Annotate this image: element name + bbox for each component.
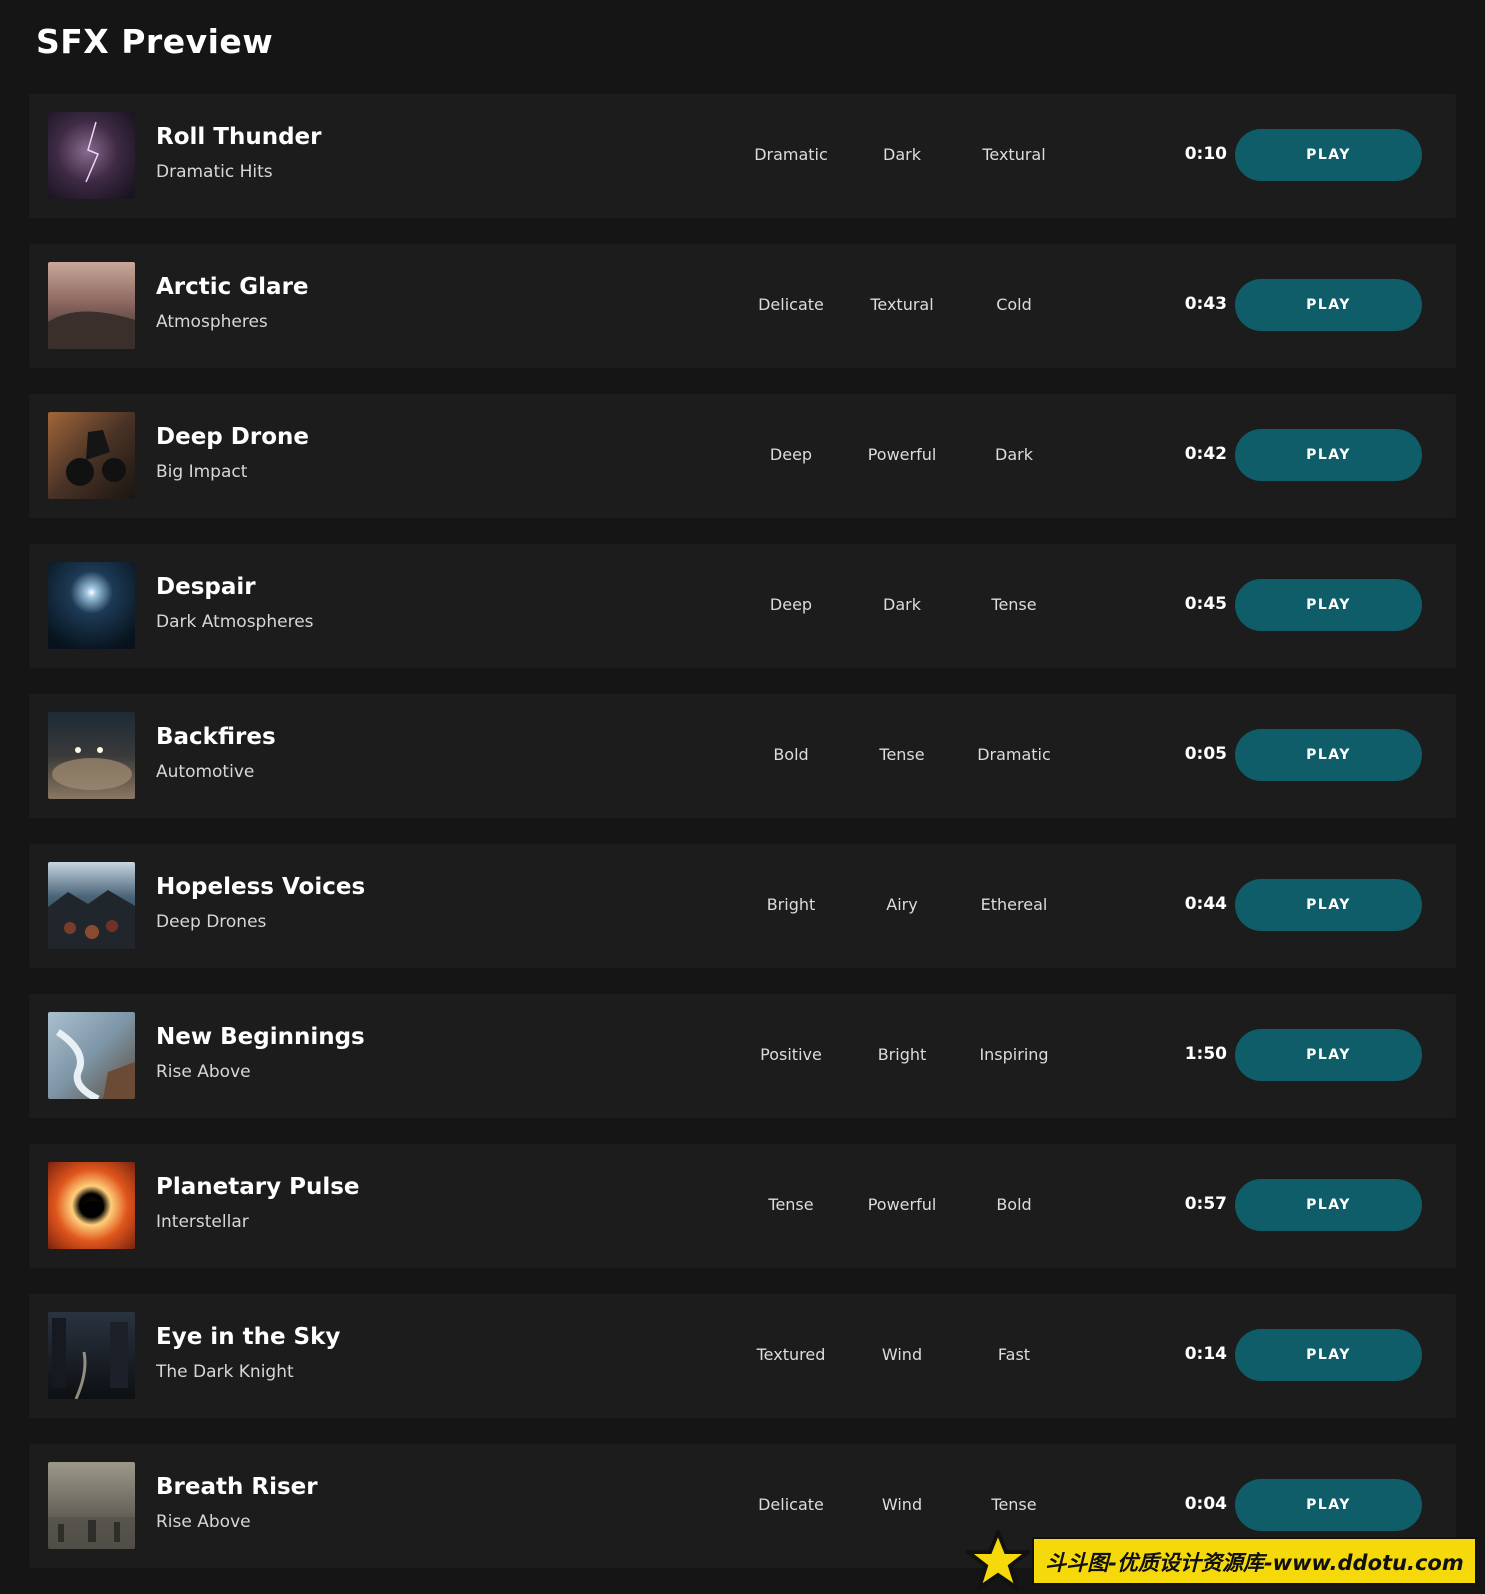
track-tag: Textural [870,295,934,314]
track-tag: Powerful [867,1195,937,1214]
track-thumbnail [48,562,135,649]
track-thumbnail [48,1162,135,1249]
track-thumbnail [48,262,135,349]
play-button[interactable]: PLAY [1235,1329,1422,1381]
track-tag: Tense [991,1495,1037,1514]
play-button[interactable]: PLAY [1235,879,1422,931]
track-tag: Positive [760,1045,822,1064]
track-tag: Dark [995,445,1033,464]
track-category: Deep Drones [156,912,267,932]
play-button[interactable]: PLAY [1235,1479,1422,1531]
track-title: Arctic Glare [156,274,309,300]
track-title: Backfires [156,724,276,750]
track-tag: Tense [768,1195,814,1214]
track-row: Eye in the Sky The Dark Knight Textured … [29,1294,1456,1418]
track-row: Arctic Glare Atmospheres Delicate Textur… [29,244,1456,368]
track-tag: Powerful [867,445,937,464]
track-tag: Dramatic [977,745,1051,764]
play-button[interactable]: PLAY [1235,579,1422,631]
track-tag: Textured [756,1345,826,1364]
track-row: New Beginnings Rise Above Positive Brigh… [29,994,1456,1118]
star-icon [966,1530,1030,1590]
track-tag: Dark [883,595,921,614]
track-tag: Tense [879,745,925,764]
track-duration: 0:10 [1184,144,1227,164]
play-button[interactable]: PLAY [1235,1179,1422,1231]
track-category: Big Impact [156,462,248,482]
track-tag: Wind [881,1495,923,1514]
track-tag: Bold [773,745,809,764]
track-tag: Fast [997,1345,1031,1364]
track-thumbnail [48,112,135,199]
track-duration: 0:45 [1184,594,1227,614]
track-row: Planetary Pulse Interstellar Tense Power… [29,1144,1456,1268]
track-title: Breath Riser [156,1474,318,1500]
track-duration: 0:43 [1184,294,1227,314]
track-tag: Dark [883,145,921,164]
track-title: Despair [156,574,256,600]
track-tag: Deep [769,595,813,614]
track-row: Despair Dark Atmospheres Deep Dark Tense… [29,544,1456,668]
track-tag: Delicate [758,295,824,314]
track-tag: Textural [982,145,1046,164]
track-duration: 0:44 [1184,894,1227,914]
track-tag: Ethereal [980,895,1048,914]
track-row: Backfires Automotive Bold Tense Dramatic… [29,694,1456,818]
track-thumbnail [48,862,135,949]
track-tag: Tense [991,595,1037,614]
track-tag: Wind [881,1345,923,1364]
track-tag: Bright [766,895,816,914]
track-tag: Delicate [758,1495,824,1514]
track-tag: Inspiring [979,1045,1049,1064]
track-duration: 0:14 [1184,1344,1227,1364]
track-title: Deep Drone [156,424,309,450]
track-duration: 0:57 [1184,1194,1227,1214]
play-button[interactable]: PLAY [1235,279,1422,331]
track-duration: 0:42 [1184,444,1227,464]
track-thumbnail [48,412,135,499]
track-title: Hopeless Voices [156,874,366,900]
play-button[interactable]: PLAY [1235,429,1422,481]
track-thumbnail [48,1312,135,1399]
sfx-list: Roll Thunder Dramatic Hits Dramatic Dark… [29,94,1456,1594]
track-row: Hopeless Voices Deep Drones Bright Airy … [29,844,1456,968]
track-thumbnail [48,1462,135,1549]
track-category: Automotive [156,762,255,782]
watermark-banner: 斗斗图-优质设计资源库-www.ddotu.com [1032,1537,1477,1585]
track-tag: Bold [996,1195,1032,1214]
track-category: The Dark Knight [156,1362,294,1382]
play-button[interactable]: PLAY [1235,729,1422,781]
track-thumbnail [48,1012,135,1099]
track-duration: 1:50 [1184,1044,1227,1064]
track-title: Roll Thunder [156,124,322,150]
track-tag: Bright [877,1045,927,1064]
track-row: Roll Thunder Dramatic Hits Dramatic Dark… [29,94,1456,218]
track-title: Eye in the Sky [156,1324,341,1350]
track-category: Dark Atmospheres [156,612,314,632]
track-duration: 0:04 [1184,1494,1227,1514]
track-tag: Dramatic [754,145,828,164]
track-row: Deep Drone Big Impact Deep Powerful Dark… [29,394,1456,518]
track-tag: Deep [769,445,813,464]
track-title: New Beginnings [156,1024,365,1050]
play-button[interactable]: PLAY [1235,129,1422,181]
track-category: Atmospheres [156,312,268,332]
track-category: Rise Above [156,1512,251,1532]
track-category: Dramatic Hits [156,162,273,182]
track-category: Interstellar [156,1212,249,1232]
track-title: Planetary Pulse [156,1174,360,1200]
track-category: Rise Above [156,1062,251,1082]
track-tag: Cold [996,295,1032,314]
track-tag: Airy [886,895,918,914]
play-button[interactable]: PLAY [1235,1029,1422,1081]
page-title: SFX Preview [36,22,274,61]
track-duration: 0:05 [1184,744,1227,764]
track-thumbnail [48,712,135,799]
